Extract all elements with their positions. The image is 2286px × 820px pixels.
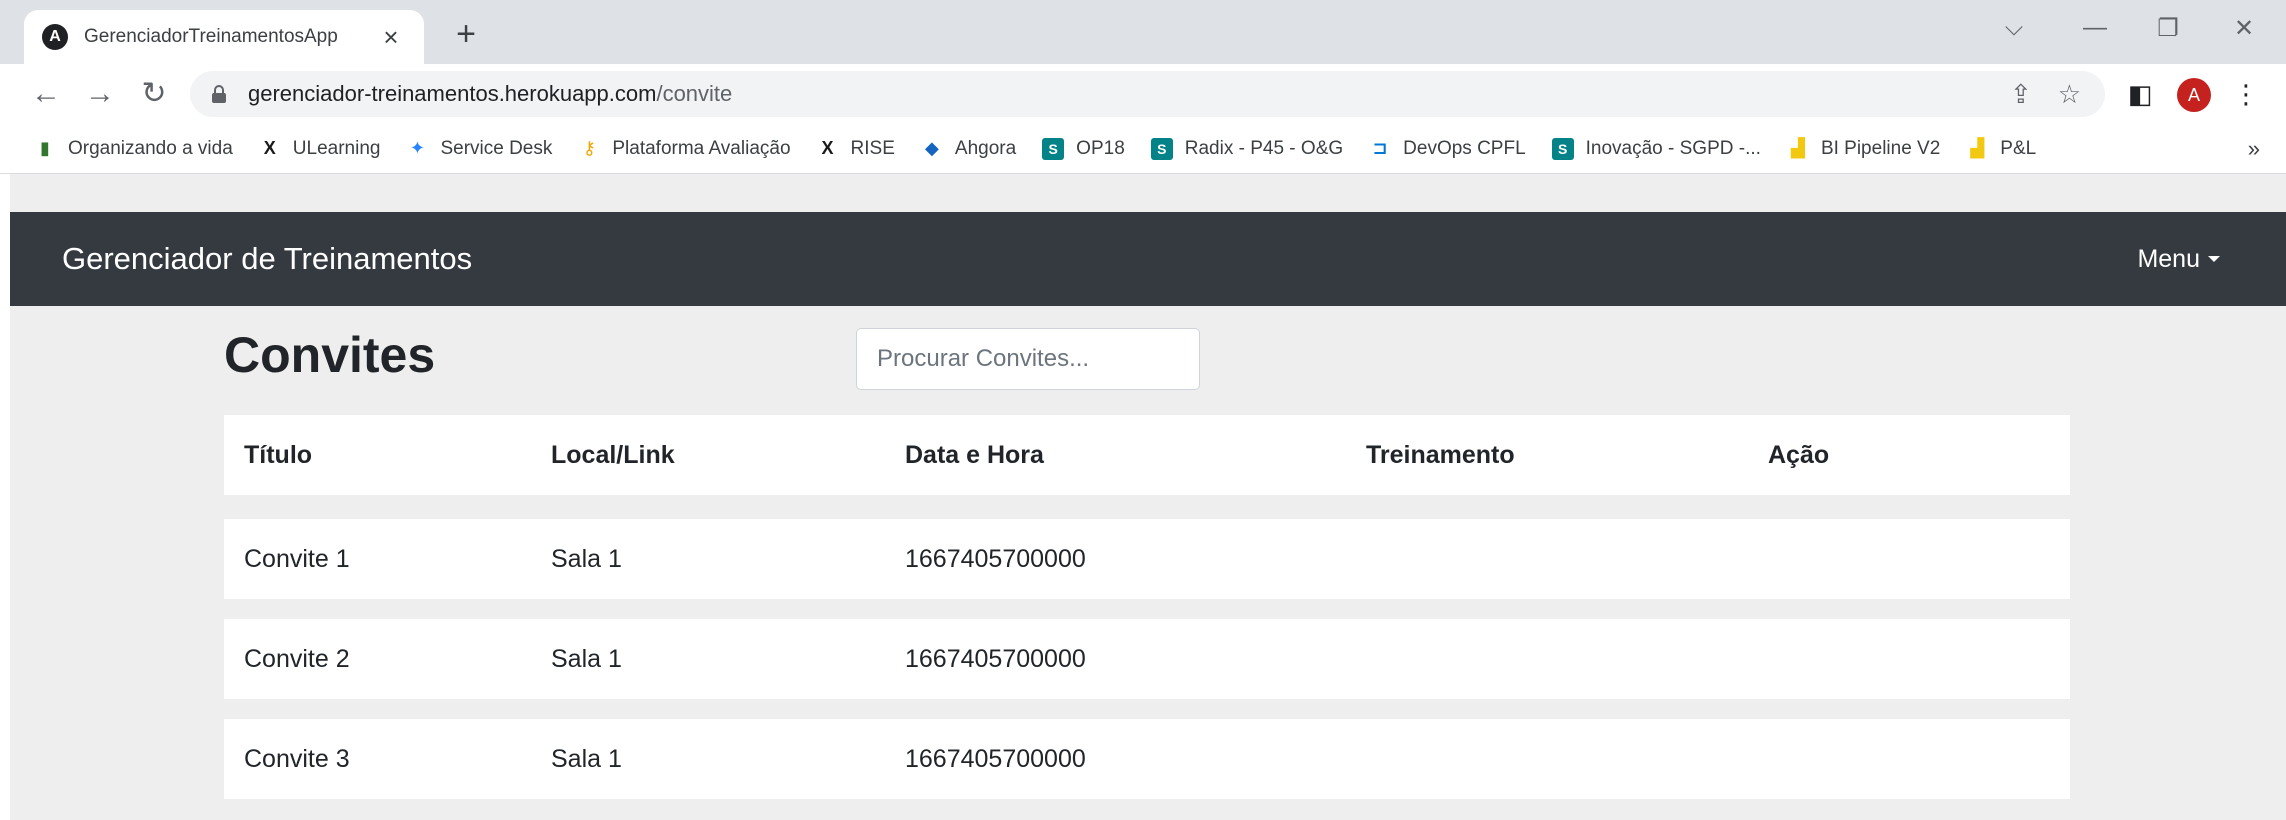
more-bookmarks-icon[interactable]: » <box>2248 136 2260 162</box>
power-bi-icon: ▟ <box>1970 138 1985 158</box>
bookmark-label: Radix - P45 - O&G <box>1184 137 1344 159</box>
bookmark-label: P&L <box>2000 137 2037 159</box>
azure-devops-icon: ⊐ <box>1372 138 1388 158</box>
planner-icon: ▮ <box>40 138 50 158</box>
tab-title: GerenciadorTreinamentosApp <box>84 26 338 47</box>
table-cell: Sala 1 <box>551 745 622 773</box>
profile-avatar[interactable]: A <box>2177 78 2211 112</box>
bookmark-item[interactable]: S Inovação - SGPD -... <box>1551 137 1761 160</box>
sharepoint-icon: S <box>1042 137 1065 160</box>
bookmark-label: Inovação - SGPD -... <box>1585 137 1761 159</box>
bookmark-label: Ahgora <box>954 137 1017 159</box>
side-panel-icon[interactable]: ◧ <box>2120 74 2160 114</box>
x-logo-icon: X <box>821 138 834 158</box>
address-bar[interactable]: gerenciador-treinamentos.herokuapp.com/c… <box>190 71 2105 117</box>
bookmark-item[interactable]: X RISE <box>817 138 895 160</box>
app-navbar: Gerenciador de Treinamentos Menu <box>10 212 2286 306</box>
table-cell: Sala 1 <box>551 645 622 673</box>
bookmark-label: Plataforma Avaliação <box>612 137 791 159</box>
page-viewport: Gerenciador de Treinamentos Menu Convite… <box>10 174 2286 820</box>
column-header: Ação <box>1768 441 1830 469</box>
table-row: Convite 2 Sala 1 1667405700000 <box>224 619 2070 699</box>
share-icon[interactable]: ⇪ <box>2010 75 2032 113</box>
key-icon: ⚷ <box>582 138 596 158</box>
bookmark-label: Organizando a vida <box>68 137 233 159</box>
bookmark-label: DevOps CPFL <box>1403 137 1526 159</box>
url-path: /convite <box>656 81 733 106</box>
bookmark-item[interactable]: ◆ Ahgora <box>921 138 1016 160</box>
bookmark-item[interactable]: ⚷ Plataforma Avaliação <box>578 137 791 160</box>
bookmark-item[interactable]: S OP18 <box>1042 137 1125 160</box>
more-menu-icon[interactable]: ⋮ <box>2226 74 2266 114</box>
sharepoint-icon: S <box>1551 137 1574 160</box>
page-title: Convites <box>224 327 436 383</box>
table-row: Convite 1 Sala 1 1667405700000 <box>224 519 2070 599</box>
angular-icon: A <box>42 24 68 50</box>
bookmark-item[interactable]: ▟ BI Pipeline V2 <box>1787 138 1940 160</box>
table-cell: Convite 3 <box>244 745 350 773</box>
bookmark-label: OP18 <box>1076 137 1125 159</box>
table-cell: 1667405700000 <box>905 545 1086 573</box>
column-header: Local/Link <box>551 441 675 469</box>
menu-label: Menu <box>2137 245 2200 273</box>
bookmarks-bar: ▮ Organizando a vida X ULearning ✦ Service De… <box>0 124 2286 174</box>
close-window-icon[interactable]: ✕ <box>2224 14 2264 43</box>
forward-icon[interactable]: → <box>80 74 120 114</box>
jira-icon: ✦ <box>409 138 425 158</box>
bookmark-label: Service Desk <box>440 137 553 159</box>
ahgora-icon: ◆ <box>924 138 939 158</box>
column-header: Treinamento <box>1366 441 1515 469</box>
url-host: gerenciador-treinamentos.herokuapp.com <box>248 81 657 106</box>
browser-tab[interactable]: A GerenciadorTreinamentosApp × <box>24 10 424 64</box>
table-cell: Convite 2 <box>244 645 350 673</box>
bookmark-label: BI Pipeline V2 <box>1820 137 1941 159</box>
table-row: Convite 3 Sala 1 1667405700000 <box>224 719 2070 799</box>
minimize-icon[interactable]: — <box>2075 14 2115 42</box>
menu-dropdown-toggle[interactable]: Menu <box>2137 212 2220 306</box>
sharepoint-icon: S <box>1150 137 1173 160</box>
x-logo-icon: X <box>263 138 276 158</box>
bookmark-item[interactable]: X ULearning <box>259 138 381 160</box>
bookmark-item[interactable]: ▟ P&L <box>1966 138 2036 160</box>
table-cell: 1667405700000 <box>905 645 1086 673</box>
bookmark-label: RISE <box>850 137 895 159</box>
restore-icon[interactable]: ❐ <box>2148 14 2188 43</box>
navbar-brand[interactable]: Gerenciador de Treinamentos <box>62 212 472 306</box>
table-cell: Sala 1 <box>551 545 622 573</box>
table-header-row: Título Local/Link Data e Hora Treinamento Aç… <box>224 415 2070 495</box>
bookmark-star-icon[interactable]: ☆ <box>2058 75 2081 113</box>
bookmark-item[interactable]: S Radix - P45 - O&G <box>1150 137 1344 160</box>
new-tab-icon[interactable]: + <box>446 14 486 54</box>
caret-down-icon <box>2208 256 2220 262</box>
table-cell: Convite 1 <box>244 545 350 573</box>
close-tab-icon[interactable]: × <box>376 22 406 53</box>
bookmark-item[interactable]: ✦ Service Desk <box>406 138 552 160</box>
tab-search-icon[interactable]: ⌵ <box>1994 14 2034 42</box>
lock-icon <box>212 85 226 103</box>
column-header: Título <box>244 441 313 469</box>
column-header: Data e Hora <box>905 441 1044 469</box>
bookmark-item[interactable]: ▮ Organizando a vida <box>34 138 233 160</box>
table-cell: 1667405700000 <box>905 745 1086 773</box>
browser-tab-strip: A GerenciadorTreinamentosApp × + ⌵ — ❐ ✕ <box>0 0 2286 64</box>
browser-toolbar: ← → ↻ gerenciador-treinamentos.herokuapp… <box>0 64 2286 124</box>
power-bi-icon: ▟ <box>1791 138 1805 158</box>
bookmark-label: ULearning <box>292 137 381 159</box>
search-input[interactable] <box>856 328 1200 390</box>
back-icon[interactable]: ← <box>26 74 66 114</box>
reload-icon[interactable]: ↻ <box>134 74 174 114</box>
bookmark-item[interactable]: ⊐ DevOps CPFL <box>1369 137 1526 160</box>
